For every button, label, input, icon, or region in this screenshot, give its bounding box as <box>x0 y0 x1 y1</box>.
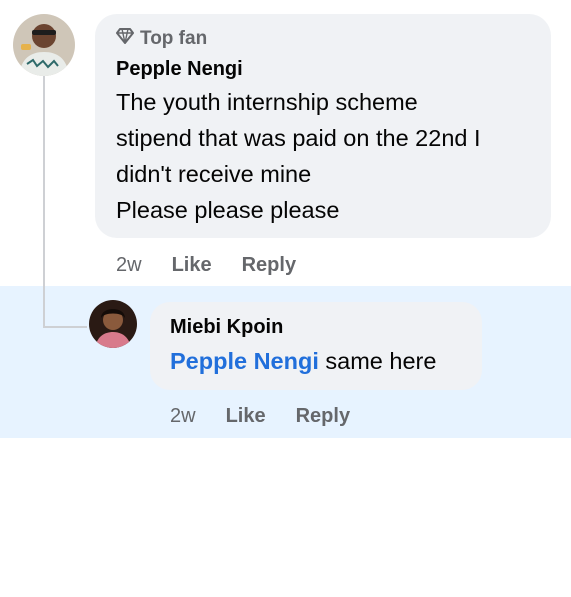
thread-connector-branch <box>43 326 87 328</box>
comment-actions: 2w Like Reply <box>116 254 326 277</box>
comment-text: The youth internship scheme stipend that… <box>116 84 481 228</box>
reply-button[interactable]: Reply <box>242 254 296 277</box>
avatar[interactable] <box>13 14 75 76</box>
top-fan-badge[interactable]: Top fan <box>116 28 207 50</box>
mention-link[interactable]: Pepple Nengi <box>170 348 319 374</box>
reply-message: same here <box>318 348 437 374</box>
reply-author[interactable]: Miebi Kpoin <box>170 316 283 339</box>
reply-timestamp[interactable]: 2w <box>170 405 196 428</box>
like-button[interactable]: Like <box>226 405 266 428</box>
avatar[interactable] <box>89 300 137 348</box>
comment-line: didn't receive mine <box>116 161 312 187</box>
comment-line: Please please please <box>116 197 340 223</box>
comment-author[interactable]: Pepple Nengi <box>116 58 243 81</box>
badge-label: Top fan <box>140 28 208 49</box>
reply-text: Pepple Nengi same here <box>170 343 436 379</box>
thread-connector <box>43 76 45 328</box>
comment-line: The youth internship scheme <box>116 89 418 115</box>
like-button[interactable]: Like <box>172 254 212 277</box>
diamond-icon <box>116 28 134 50</box>
comment-timestamp[interactable]: 2w <box>116 254 142 277</box>
comment-line: stipend that was paid on the 22nd I <box>116 125 481 151</box>
reply-button[interactable]: Reply <box>296 405 350 428</box>
reply-actions: 2w Like Reply <box>170 405 380 428</box>
